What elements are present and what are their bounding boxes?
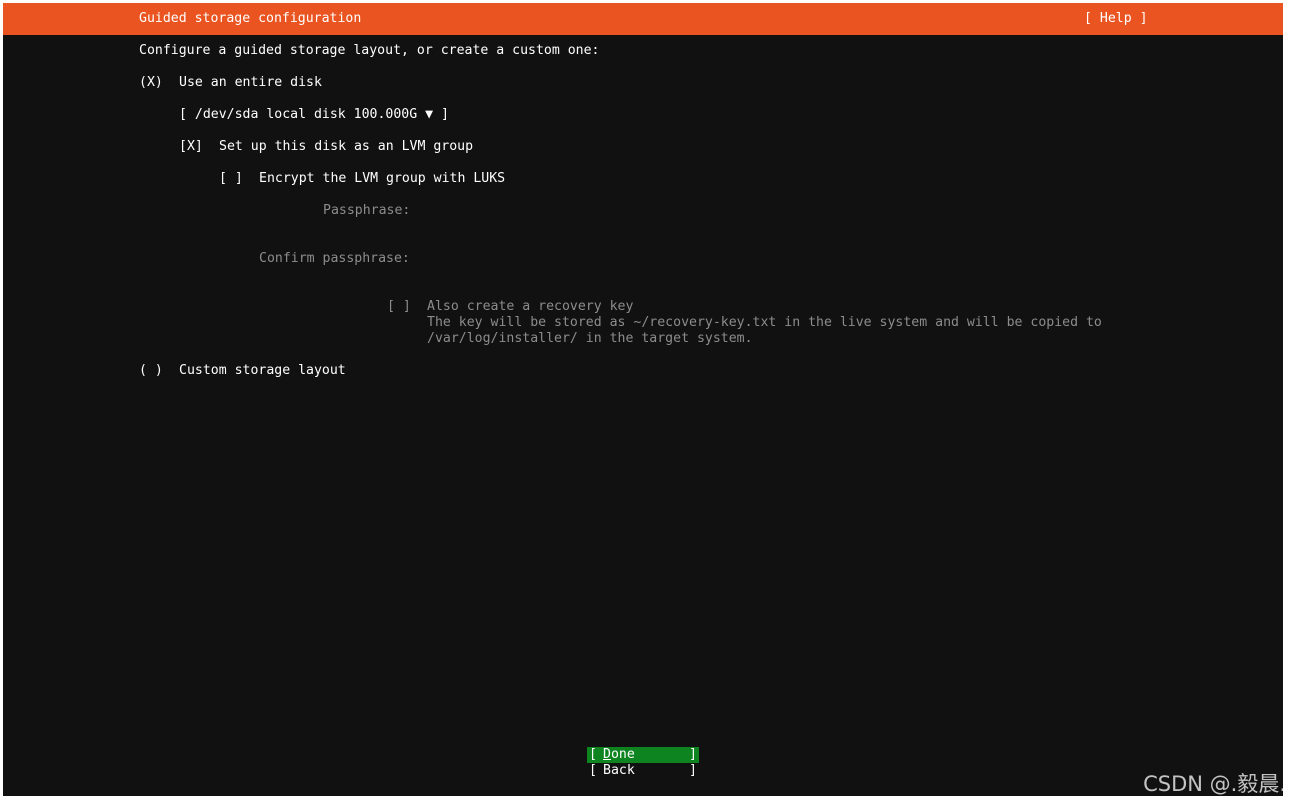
done-hotkey: D: [603, 747, 611, 762]
passphrase-label: Passphrase:: [323, 203, 411, 218]
encrypt-label[interactable]: Encrypt the LVM group with LUKS: [259, 171, 505, 187]
use-entire-disk-radio[interactable]: (X): [139, 75, 163, 91]
back-label: Back: [603, 763, 635, 778]
done-bracket-left: [: [589, 747, 597, 762]
confirm-passphrase-label: Confirm passphrase:: [259, 251, 410, 266]
done-label-rest: one: [610, 747, 635, 762]
done-button[interactable]: [ Done ]: [587, 747, 699, 763]
watermark: CSDN @.毅晨.: [1143, 772, 1286, 796]
custom-layout-radio[interactable]: ( ): [139, 363, 163, 379]
lvm-checkbox[interactable]: [X]: [179, 139, 203, 155]
help-button[interactable]: [ Help ]: [1084, 11, 1148, 27]
custom-layout-label[interactable]: Custom storage layout: [179, 363, 346, 379]
intro-text: Configure a guided storage layout, or cr…: [139, 43, 600, 58]
back-bracket-left: [: [589, 763, 597, 778]
encrypt-checkbox[interactable]: [ ]: [219, 171, 243, 187]
use-entire-disk-label[interactable]: Use an entire disk: [179, 75, 322, 91]
recovery-key-checkbox[interactable]: [ ]: [387, 299, 411, 315]
recovery-key-description-line2: /var/log/installer/ in the target system…: [427, 331, 753, 346]
passphrase-field[interactable]: [427, 203, 927, 219]
confirm-passphrase-field[interactable]: [427, 251, 927, 267]
done-label: Done: [603, 747, 635, 763]
installer-screen: Guided storage configuration [ Help ] Co…: [3, 3, 1283, 796]
page-title: Guided storage configuration: [139, 11, 362, 26]
back-button[interactable]: [ Back ]: [587, 763, 699, 779]
recovery-key-label[interactable]: Also create a recovery key: [427, 299, 633, 315]
recovery-key-description-line1: The key will be stored as ~/recovery-key…: [427, 315, 1102, 330]
back-bracket-right: ]: [689, 763, 697, 778]
lvm-label[interactable]: Set up this disk as an LVM group: [219, 139, 473, 155]
disk-select[interactable]: [ /dev/sda local disk 100.000G ▼ ]: [179, 107, 449, 123]
done-bracket-right: ]: [689, 747, 697, 762]
